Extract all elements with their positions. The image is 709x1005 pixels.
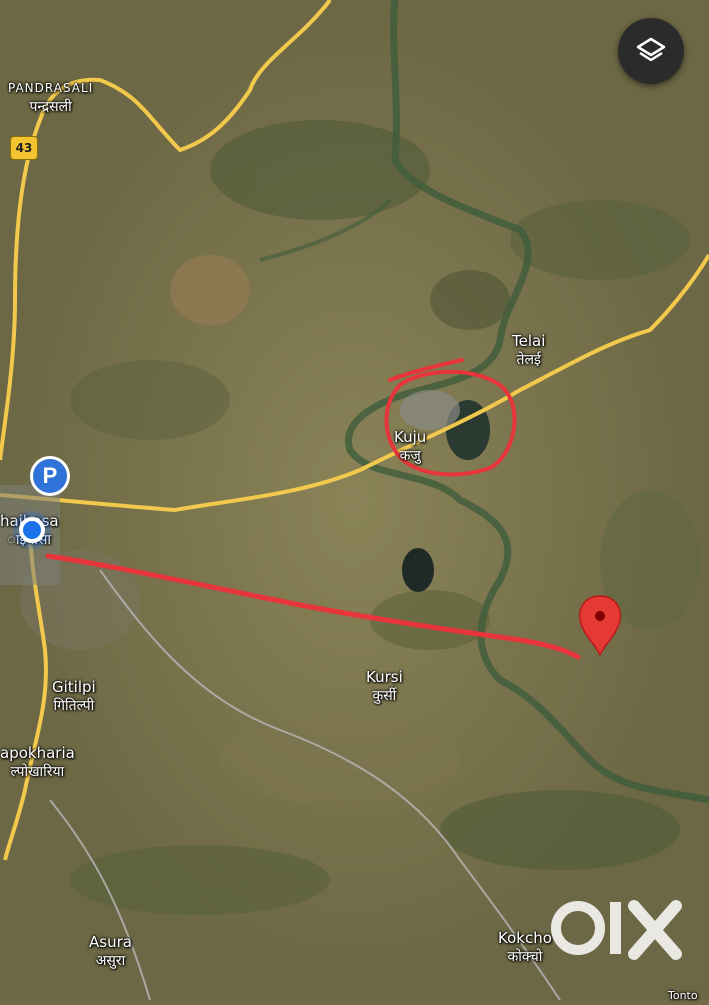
place-label-kursi: Kursi कुर्सी: [366, 668, 403, 704]
layers-icon: [636, 37, 666, 62]
satellite-map[interactable]: [0, 0, 709, 1000]
place-label-tonto: Tonto: [668, 989, 698, 1002]
place-label-apokharia: apokharia ल्पोखारिया: [0, 744, 75, 780]
olx-watermark-logo: [551, 900, 682, 960]
place-label-gitilpi: Gitilpi गितिल्पी: [52, 678, 96, 714]
place-label-kuju: Kuju कजु: [394, 428, 427, 464]
layers-button[interactable]: [618, 18, 684, 84]
place-label-telai: Telai तेलई: [512, 332, 546, 368]
parking-icon[interactable]: P: [30, 456, 70, 496]
place-label-asura: Asura असुरा: [89, 933, 132, 969]
place-label-kokcho: Kokcho कोक्चो: [498, 929, 552, 965]
place-label-pandrasali: PANDRASALI पन्द्रसली: [8, 81, 94, 115]
current-location-dot: [19, 517, 45, 543]
route-shield-badge: 43: [10, 136, 38, 160]
